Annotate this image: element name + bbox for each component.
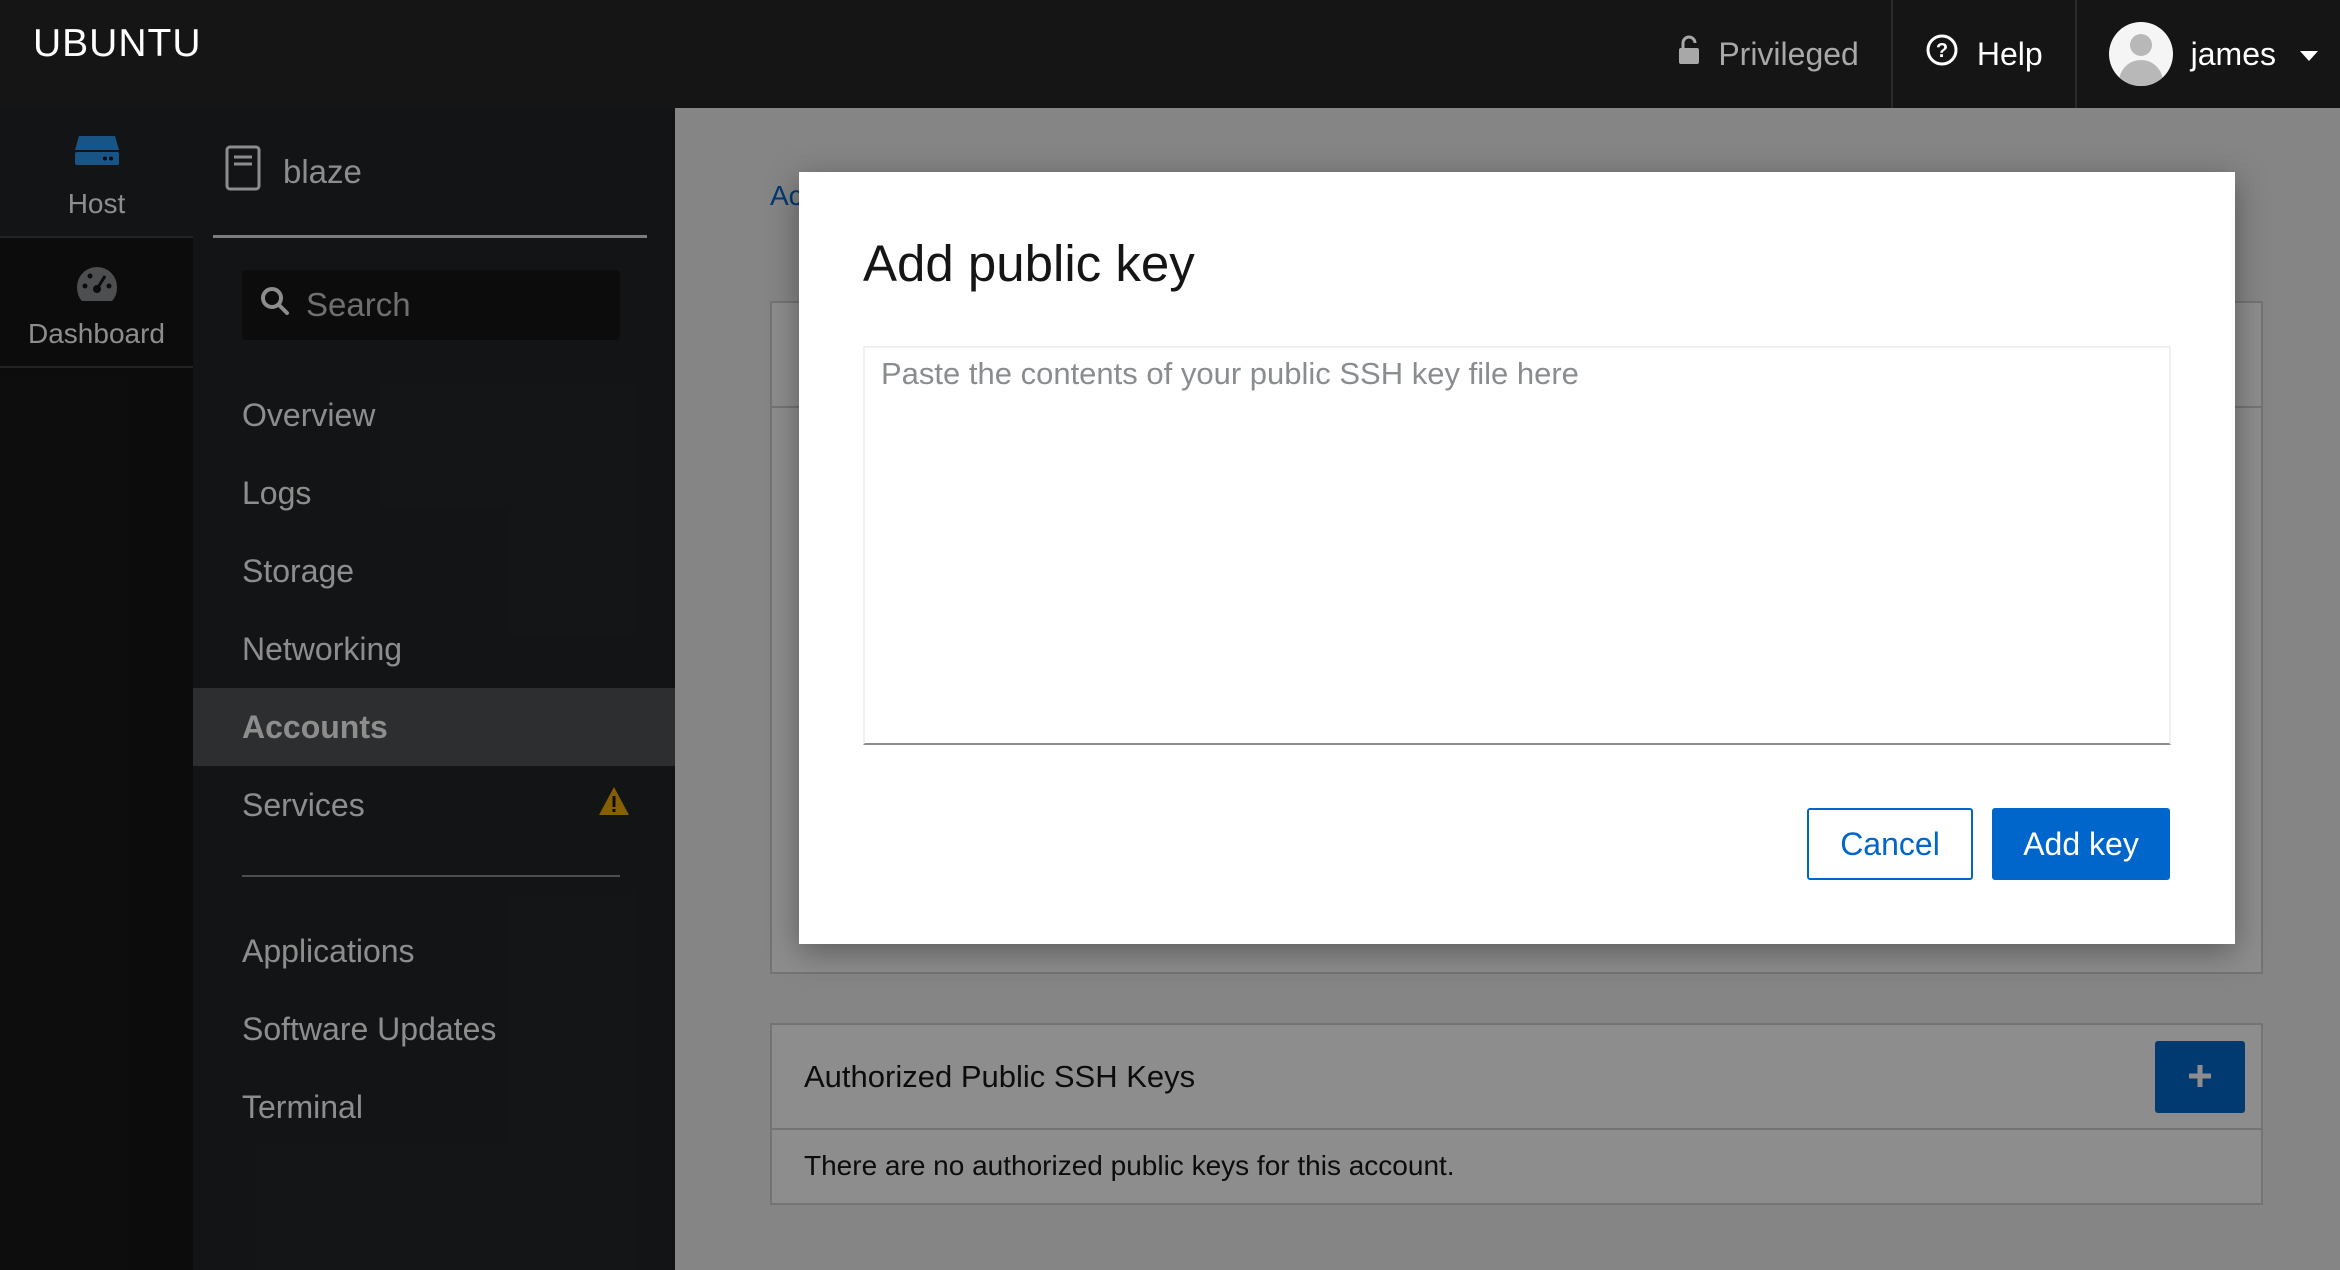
host-switcher[interactable]: blaze [213, 108, 647, 238]
dialog-title: Add public key [863, 235, 1195, 292]
avatar [2108, 22, 2173, 86]
nav-item-storage[interactable]: Storage [193, 532, 675, 610]
nav-item-applications[interactable]: Applications [193, 912, 675, 990]
rail-item-dashboard[interactable]: Dashboard [0, 238, 193, 368]
nav-item-label: Services [242, 786, 365, 823]
add-public-key-dialog: Add public key Cancel Add key [799, 172, 2235, 944]
nav-item-accounts[interactable]: Accounts [193, 688, 675, 766]
user-name: james [2190, 35, 2276, 72]
host-rail: Host Dashboard [0, 108, 193, 1270]
search-placeholder: Search [306, 286, 411, 323]
nav-item-label: Accounts [242, 708, 388, 745]
rail-item-dashboard-label: Dashboard [28, 318, 165, 349]
nav-item-networking[interactable]: Networking [193, 610, 675, 688]
nav-item-label: Software Updates [242, 1010, 497, 1047]
help-circle-icon: ? [1925, 33, 1959, 75]
dashboard-gauge-icon [0, 264, 193, 304]
nav-item-label: Applications [242, 932, 415, 969]
privileged-toggle[interactable]: Privileged [1646, 0, 1891, 108]
search-icon [260, 286, 290, 324]
public-key-textarea[interactable] [863, 346, 2171, 745]
topbar-actions: Privileged ? Help james [1646, 0, 2340, 108]
privileged-label: Privileged [1718, 35, 1859, 72]
host-name: blaze [283, 152, 362, 190]
nav-item-services[interactable]: Services [193, 766, 675, 844]
search-input[interactable]: Search [242, 270, 620, 340]
breadcrumb[interactable]: Ac [770, 180, 803, 212]
cancel-button[interactable]: Cancel [1807, 808, 1973, 880]
nav-item-label: Networking [242, 630, 403, 667]
brand-title: UBUNTU [33, 22, 202, 65]
nav-item-overview[interactable]: Overview [193, 376, 675, 454]
plus-icon [2187, 1063, 2213, 1092]
user-menu[interactable]: james [2074, 0, 2340, 108]
ssh-keys-card-header: Authorized Public SSH Keys [772, 1025, 2261, 1130]
unlock-icon [1678, 35, 1700, 73]
ssh-keys-card: Authorized Public SSH Keys There are no … [770, 1023, 2263, 1205]
nav-item-label: Storage [242, 552, 355, 589]
add-key-button[interactable]: Add key [1992, 808, 2170, 880]
rail-item-host-label: Host [67, 188, 126, 219]
help-label: Help [1976, 35, 2043, 72]
nav-item-label: Logs [242, 474, 312, 511]
svg-text:?: ? [1936, 40, 1948, 62]
warning-icon [597, 785, 631, 825]
nav-item-software-updates[interactable]: Software Updates [193, 990, 675, 1068]
nav-item-label: Terminal [242, 1088, 363, 1125]
nav-item-logs[interactable]: Logs [193, 454, 675, 532]
caret-down-icon [2300, 51, 2318, 61]
nav-item-label: Overview [242, 396, 376, 433]
server-icon [0, 134, 193, 168]
rail-item-host[interactable]: Host [0, 108, 193, 238]
top-bar: UBUNTU Privileged ? Help james [0, 0, 2340, 108]
ssh-keys-title: Authorized Public SSH Keys [804, 1058, 1196, 1094]
sidebar-nav: blaze Search Overview Logs Storage Netwo… [193, 108, 675, 1270]
nav-divider [242, 875, 620, 877]
ssh-keys-empty-text: There are no authorized public keys for … [804, 1150, 1455, 1181]
add-ssh-key-button[interactable] [2155, 1041, 2245, 1113]
help-menu[interactable]: ? Help [1890, 0, 2075, 108]
nav-item-terminal[interactable]: Terminal [193, 1068, 675, 1146]
document-icon [225, 145, 261, 199]
